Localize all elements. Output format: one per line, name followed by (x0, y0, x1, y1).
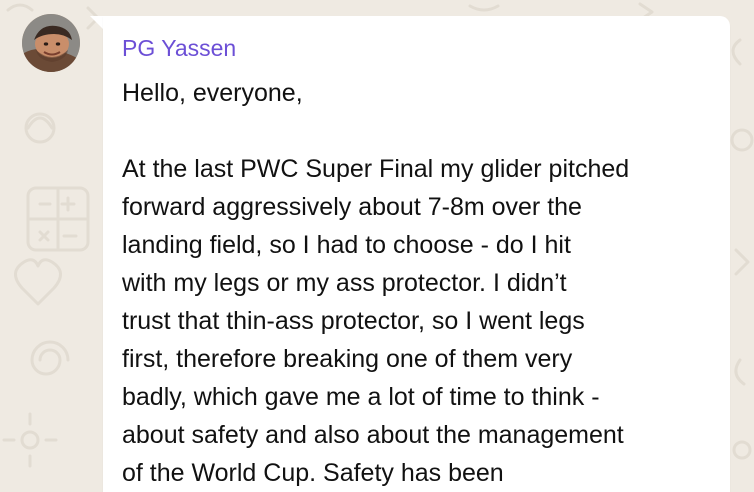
message-line: first, therefore breaking one of them ve… (122, 345, 573, 373)
message-line: of the World Cup. Safety has been (122, 459, 504, 487)
message-line: landing field, so I had to choose - do I… (122, 231, 571, 259)
message-bubble-tail (90, 16, 104, 30)
message-bubble[interactable]: PG Yassen Hello, everyone, At the last P… (103, 16, 730, 492)
message-greeting: Hello, everyone, (122, 79, 303, 107)
sender-avatar[interactable] (22, 14, 80, 72)
message-line: with my legs or my ass protector. I didn… (122, 269, 567, 297)
message-line: trust that thin-ass protector, so I went… (122, 307, 585, 335)
message-line: forward aggressively about 7-8m over the (122, 193, 582, 221)
message-line: badly, which gave me a lot of time to th… (122, 383, 600, 411)
message-line: At the last PWC Super Final my glider pi… (122, 155, 630, 183)
user-avatar-photo-icon (22, 14, 80, 72)
sender-name[interactable]: PG Yassen (122, 35, 236, 62)
message-text: Hello, everyone, At the last PWC Super F… (122, 74, 722, 492)
message-line: about safety and also about the manageme… (122, 421, 624, 449)
